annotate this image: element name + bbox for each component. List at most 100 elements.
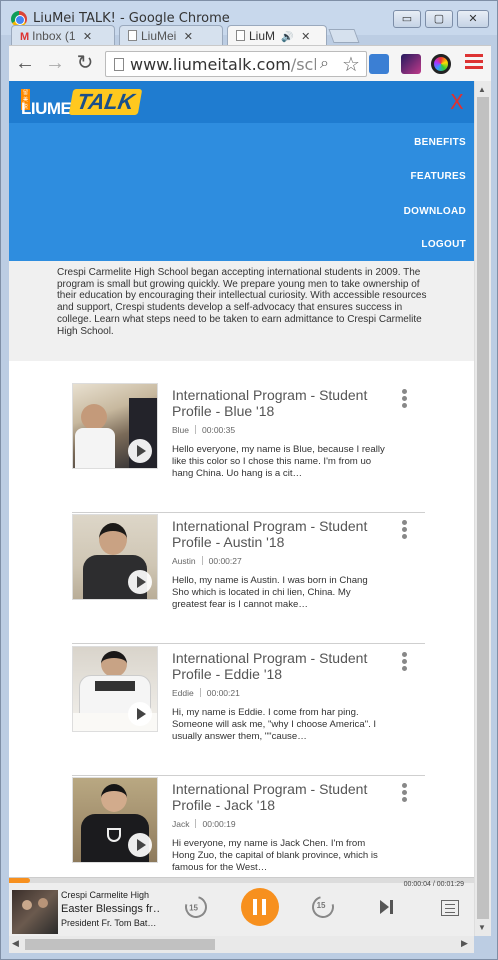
forward-arrow-icon[interactable]: → <box>43 52 67 76</box>
forward-15-icon[interactable]: 15 <box>307 891 339 923</box>
meta-divider <box>201 556 203 565</box>
video-description: Hi, my name is Eddie. I come from har pi… <box>172 707 377 742</box>
page-icon <box>236 30 245 41</box>
video-speaker: Jack <box>172 819 190 829</box>
video-duration: 00:00:35 <box>202 425 236 435</box>
play-icon[interactable] <box>128 570 152 594</box>
now-playing-subtitle: President Fr. Tom Bat… <box>61 918 157 928</box>
more-options-icon[interactable] <box>402 783 408 805</box>
tab-liumei-active[interactable]: LiuM 🔊 ✕ <box>227 25 327 45</box>
play-icon[interactable] <box>128 833 152 857</box>
now-playing-school: Crespi Carmelite High <box>61 890 150 900</box>
video-speaker: Eddie <box>172 688 194 698</box>
video-title[interactable]: International Program - Student Profile … <box>172 387 387 419</box>
close-menu-button[interactable]: X <box>450 90 464 114</box>
video-duration: 00:00:27 <box>208 556 242 566</box>
logo-talk-text: TALK <box>68 89 143 115</box>
scroll-down-icon[interactable]: ▼ <box>478 923 486 932</box>
chrome-menu-icon[interactable] <box>465 54 483 72</box>
tab-close-icon[interactable]: ✕ <box>301 31 310 43</box>
video-meta: Eddie 00:00:21 <box>172 688 240 698</box>
pause-button[interactable] <box>241 888 279 926</box>
logo-brand-text: LIUMEI <box>21 99 76 118</box>
video-card[interactable]: International Program - Student Profile … <box>72 646 425 776</box>
video-speaker: Blue <box>172 425 190 435</box>
tab-liumei[interactable]: LiuMei ✕ <box>119 25 223 45</box>
video-speaker: Austin <box>172 556 196 566</box>
video-card[interactable]: International Program - Student Profile … <box>72 383 425 513</box>
video-thumbnail[interactable] <box>72 383 158 469</box>
video-title[interactable]: International Program - Student Profile … <box>172 650 387 682</box>
gmail-icon: M <box>20 31 30 43</box>
tab-label: LiuMei <box>141 29 177 43</box>
site-topbar: 留美说 LIUMEI TALK X <box>9 81 474 123</box>
window-title: LiuMei TALK! - Google Chrome <box>33 11 230 26</box>
video-title[interactable]: International Program - Student Profile … <box>172 781 387 813</box>
school-about-text: Crespi Carmelite High School began accep… <box>57 267 427 337</box>
tab-label: LiuM <box>249 29 276 43</box>
video-thumbnail[interactable] <box>72 777 158 863</box>
tab-label: Inbox (1 <box>32 29 76 43</box>
scroll-left-icon[interactable]: ◀ <box>12 938 19 949</box>
search-icon[interactable]: ⌕ <box>320 55 329 73</box>
now-playing-thumbnail[interactable] <box>12 890 58 934</box>
next-track-icon[interactable] <box>380 899 396 915</box>
video-description: Hi everyone, my name is Jack Chen. I'm f… <box>172 838 378 873</box>
video-meta: Jack 00:00:19 <box>172 819 236 829</box>
extension-folder-icon[interactable] <box>369 54 389 74</box>
video-description: Hello everyone, my name is Blue, because… <box>172 444 385 479</box>
horizontal-scroll-thumb[interactable] <box>25 939 215 950</box>
menu-item-logout[interactable]: LOGOUT <box>421 239 466 250</box>
menu-item-download[interactable]: DOWNLOAD <box>404 206 466 217</box>
url-text[interactable]: www.liumeitalk.com/schoo <box>130 55 316 74</box>
url-path: /schoo <box>290 55 316 74</box>
school-about-section: Crespi Carmelite High School began accep… <box>9 261 474 361</box>
vertical-scrollbar[interactable]: ▲ ▼ <box>474 81 491 936</box>
play-icon[interactable] <box>128 702 152 726</box>
scroll-up-icon[interactable]: ▲ <box>478 85 486 94</box>
more-options-icon[interactable] <box>402 389 408 411</box>
bookmark-star-icon[interactable]: ☆ <box>342 52 360 77</box>
video-card[interactable]: International Program - Student Profile … <box>72 514 425 644</box>
video-thumbnail[interactable] <box>72 646 158 732</box>
more-options-icon[interactable] <box>402 520 408 542</box>
tab-inbox[interactable]: M Inbox (1 ✕ <box>11 25 115 45</box>
menu-item-features[interactable]: FEATURES <box>410 171 466 182</box>
now-playing-title: Easter Blessings fr… <box>61 903 161 915</box>
video-thumbnail[interactable] <box>72 514 158 600</box>
back-arrow-icon[interactable]: ← <box>13 52 37 76</box>
tab-close-icon[interactable]: ✕ <box>184 31 193 43</box>
meta-divider <box>195 425 197 434</box>
audio-playing-icon: 🔊 <box>281 32 294 43</box>
forward-seconds: 15 <box>316 900 326 910</box>
vertical-scroll-thumb[interactable] <box>477 97 489 919</box>
progress-fill <box>9 878 30 883</box>
scroll-right-icon[interactable]: ▶ <box>461 938 468 949</box>
horizontal-scrollbar[interactable]: ◀ ▶ <box>9 936 474 953</box>
page-icon <box>114 58 124 71</box>
more-options-icon[interactable] <box>402 652 408 674</box>
video-duration: 00:00:19 <box>202 819 236 829</box>
meta-divider <box>199 688 201 697</box>
reload-icon[interactable]: ↻ <box>73 52 97 76</box>
page-viewport: 留美说 LIUMEI TALK X BENEFITS FEATURES DOWN… <box>9 81 474 936</box>
video-duration: 00:00:21 <box>206 688 240 698</box>
playlist-icon[interactable] <box>441 900 459 916</box>
player-time: 00:00:04 / 00:01:29 <box>403 881 464 888</box>
browser-window: LiuMei TALK! - Google Chrome ▭ ▢ ✕ M Inbo… <box>0 0 498 960</box>
maximize-button[interactable]: ▢ <box>425 10 453 28</box>
site-header: 留美说 LIUMEI TALK X BENEFITS FEATURES DOWN… <box>9 81 474 261</box>
new-tab-button[interactable] <box>328 29 360 43</box>
address-bar[interactable]: www.liumeitalk.com/schoo ⌕ ☆ <box>105 51 367 77</box>
extension-color-icon[interactable] <box>431 54 451 74</box>
tab-close-icon[interactable]: ✕ <box>83 31 92 43</box>
play-icon[interactable] <box>128 439 152 463</box>
url-host: www.liumeitalk.com <box>130 55 291 74</box>
rewind-15-icon[interactable]: 15 <box>180 891 212 923</box>
minimize-button[interactable]: ▭ <box>393 10 421 28</box>
video-title[interactable]: International Program - Student Profile … <box>172 518 387 550</box>
extension-chart-icon[interactable] <box>401 54 421 74</box>
close-window-button[interactable]: ✕ <box>457 10 489 28</box>
video-meta: Austin 00:00:27 <box>172 556 242 566</box>
menu-item-benefits[interactable]: BENEFITS <box>414 137 466 148</box>
